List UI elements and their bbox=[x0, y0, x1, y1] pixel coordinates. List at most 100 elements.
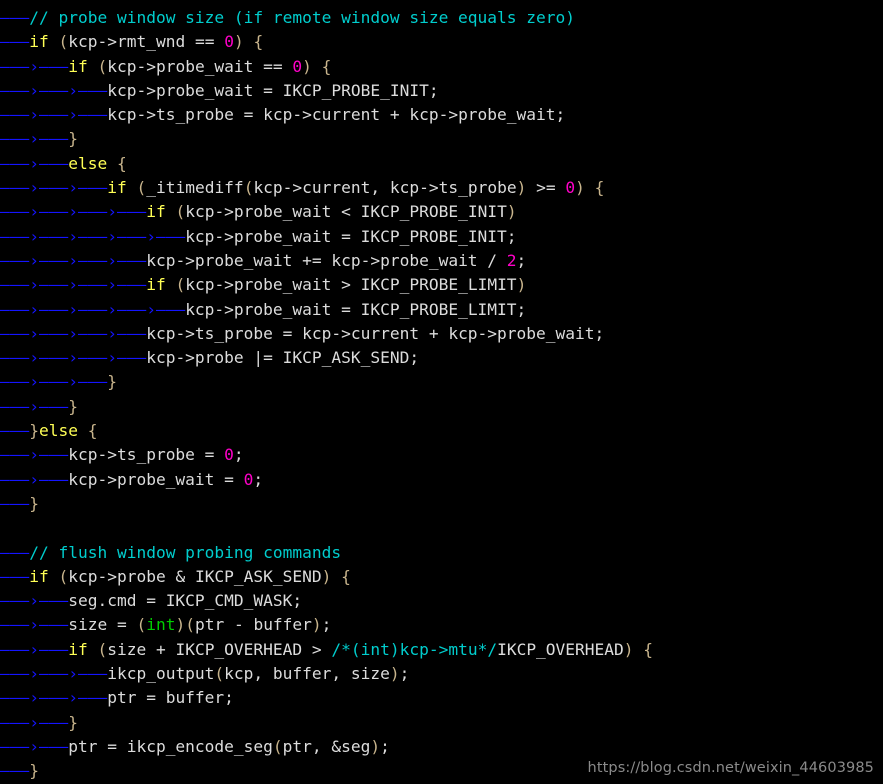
code-line[interactable]: ———›———seg.cmd = IKCP_CMD_WASK; bbox=[0, 589, 653, 613]
code-token-plain: size = bbox=[68, 615, 137, 635]
code-line[interactable]: ———›———›———›———kcp->ts_probe = kcp->curr… bbox=[0, 322, 653, 346]
code-line[interactable]: ———›———} bbox=[0, 395, 653, 419]
indent-guide-icon: ›——— bbox=[29, 105, 69, 125]
indent-guide-icon: ›——— bbox=[29, 664, 69, 684]
code-line[interactable]: ———// flush window probing commands bbox=[0, 541, 653, 565]
code-token-punc: ( bbox=[136, 178, 147, 198]
code-token-punc: ( bbox=[97, 639, 108, 659]
code-token-punc: ( bbox=[214, 664, 225, 684]
code-line[interactable]: ———›———if (size + IKCP_OVERHEAD > /*(int… bbox=[0, 638, 653, 662]
code-token-plain: ptr = ikcp_encode_seg bbox=[68, 736, 273, 756]
code-token-punc: ( bbox=[58, 32, 69, 52]
indent-guide-icon: ›——— bbox=[29, 299, 69, 319]
code-token-keyword: if bbox=[68, 639, 88, 659]
code-token-plain: ; bbox=[399, 664, 410, 684]
code-line[interactable]: ———} bbox=[0, 492, 653, 516]
code-line[interactable]: ———›———›———›———›———kcp->probe_wait = IKC… bbox=[0, 225, 653, 249]
code-line[interactable]: ———}else { bbox=[0, 419, 653, 443]
code-token-plain: ikcp_output bbox=[107, 664, 215, 684]
indent-guide-icon: ——— bbox=[0, 736, 30, 756]
code-line[interactable] bbox=[0, 516, 653, 540]
indent-guide-icon: ›——— bbox=[29, 250, 69, 270]
code-line[interactable]: ———›———kcp->probe_wait = 0; bbox=[0, 468, 653, 492]
indent-guide-icon: ——— bbox=[0, 32, 30, 52]
indent-guide-icon: ——— bbox=[0, 421, 30, 441]
indent-guide-icon: ——— bbox=[0, 591, 30, 611]
indent-guide-icon: ——— bbox=[0, 299, 30, 319]
indent-guide-icon: ›——— bbox=[68, 275, 108, 295]
code-token-punc: ( bbox=[136, 615, 147, 635]
code-token-punc: ) bbox=[516, 275, 527, 295]
indent-guide-icon: ›——— bbox=[29, 615, 69, 635]
code-token-keyword: if bbox=[68, 56, 88, 76]
code-line[interactable]: ———›———›———if (_itimediff(kcp->current, … bbox=[0, 176, 653, 200]
code-token-plain: kcp, buffer, size bbox=[224, 664, 390, 684]
code-token-plain: ptr - buffer bbox=[194, 615, 312, 635]
code-token-plain: kcp->rmt_wnd == bbox=[68, 32, 225, 52]
code-token-plain: IKCP_OVERHEAD bbox=[497, 639, 624, 659]
code-token-plain: kcp->probe_wait = IKCP_PROBE_LIMIT; bbox=[185, 299, 527, 319]
code-token-punc: } bbox=[68, 129, 78, 149]
indent-guide-icon: ›——— bbox=[29, 445, 69, 465]
code-token-punc: ( bbox=[175, 275, 186, 295]
code-token-punc: ) bbox=[311, 615, 322, 635]
indent-guide-icon: ——— bbox=[0, 615, 30, 635]
code-line[interactable]: ———›———} bbox=[0, 711, 653, 735]
code-editor-pane[interactable]: ———// probe window size (if remote windo… bbox=[0, 0, 883, 782]
code-token-plain: kcp->ts_probe = kcp->current + kcp->prob… bbox=[146, 323, 605, 343]
code-line[interactable]: ———›———›———kcp->ts_probe = kcp->current … bbox=[0, 103, 653, 127]
indent-guide-icon: ›——— bbox=[107, 202, 147, 222]
code-line[interactable]: ———›———›———›———›———kcp->probe_wait = IKC… bbox=[0, 298, 653, 322]
code-line[interactable]: ———›———›———} bbox=[0, 370, 653, 394]
code-line[interactable]: ———›———›———›———kcp->probe |= IKCP_ASK_SE… bbox=[0, 346, 653, 370]
code-line[interactable]: ———// probe window size (if remote windo… bbox=[0, 6, 653, 30]
code-line[interactable]: ———›———›———ptr = buffer; bbox=[0, 686, 653, 710]
indent-guide-icon: ›——— bbox=[68, 688, 108, 708]
code-line[interactable]: ———if (kcp->rmt_wnd == 0) { bbox=[0, 30, 653, 54]
indent-guide-icon: ——— bbox=[0, 250, 30, 270]
code-line[interactable]: ———›———›———›———if (kcp->probe_wait > IKC… bbox=[0, 273, 653, 297]
code-token-plain: kcp->ts_probe = bbox=[68, 445, 225, 465]
indent-guide-icon: ›——— bbox=[29, 712, 69, 732]
indent-guide-icon: ›——— bbox=[29, 736, 69, 756]
code-token-plain: kcp->probe_wait = bbox=[68, 469, 244, 489]
code-token-punc: } bbox=[68, 396, 78, 416]
indent-guide-icon: ›——— bbox=[29, 372, 69, 392]
code-token-plain: kcp->ts_probe = kcp->current + kcp->prob… bbox=[107, 105, 566, 125]
indent-guide-icon: ›——— bbox=[29, 153, 69, 173]
code-line[interactable]: ———›———›———›———if (kcp->probe_wait < IKC… bbox=[0, 200, 653, 224]
code-token-number: 2 bbox=[506, 250, 517, 270]
code-token-plain: seg.cmd = IKCP_CMD_WASK; bbox=[68, 591, 303, 611]
code-line[interactable]: ———›———} bbox=[0, 127, 653, 151]
indent-guide-icon: ›——— bbox=[29, 348, 69, 368]
code-line[interactable]: ———›———ptr = ikcp_encode_seg(ptr, &seg); bbox=[0, 735, 653, 759]
code-token-plain: size + IKCP_OVERHEAD > bbox=[107, 639, 332, 659]
code-token-keyword: if bbox=[29, 32, 49, 52]
code-line[interactable]: ———›———else { bbox=[0, 152, 653, 176]
code-line[interactable]: ———›———size = (int)(ptr - buffer); bbox=[0, 613, 653, 637]
indent-guide-icon: ›——— bbox=[68, 178, 108, 198]
indent-guide-icon: ›——— bbox=[68, 105, 108, 125]
code-token-keyword: if bbox=[146, 275, 166, 295]
code-line[interactable]: ———›———if (kcp->probe_wait == 0) { bbox=[0, 55, 653, 79]
indent-guide-icon: ›——— bbox=[29, 275, 69, 295]
code-line[interactable]: ———›———›———ikcp_output(kcp, buffer, size… bbox=[0, 662, 653, 686]
code-token-plain: ; bbox=[516, 250, 527, 270]
code-line[interactable]: ———›———›———›———kcp->probe_wait += kcp->p… bbox=[0, 249, 653, 273]
code-line[interactable]: ———›———›———kcp->probe_wait = IKCP_PROBE_… bbox=[0, 79, 653, 103]
code-content[interactable]: ———// probe window size (if remote windo… bbox=[0, 6, 653, 784]
code-token-punc: } bbox=[107, 372, 117, 392]
indent-guide-icon: ›——— bbox=[29, 178, 69, 198]
indent-guide-icon: ›——— bbox=[146, 226, 186, 246]
code-token-punc: ) bbox=[516, 178, 527, 198]
indent-guide-icon: ›——— bbox=[29, 323, 69, 343]
code-token-plain: ; bbox=[380, 736, 390, 756]
code-line[interactable]: ———} bbox=[0, 759, 653, 783]
code-token-comment: // flush window probing commands bbox=[29, 542, 342, 562]
code-line[interactable]: ———if (kcp->probe & IKCP_ASK_SEND) { bbox=[0, 565, 653, 589]
code-line[interactable]: ———›———kcp->ts_probe = 0; bbox=[0, 443, 653, 467]
indent-guide-icon: ——— bbox=[0, 80, 30, 100]
indent-guide-icon: ›——— bbox=[107, 348, 147, 368]
